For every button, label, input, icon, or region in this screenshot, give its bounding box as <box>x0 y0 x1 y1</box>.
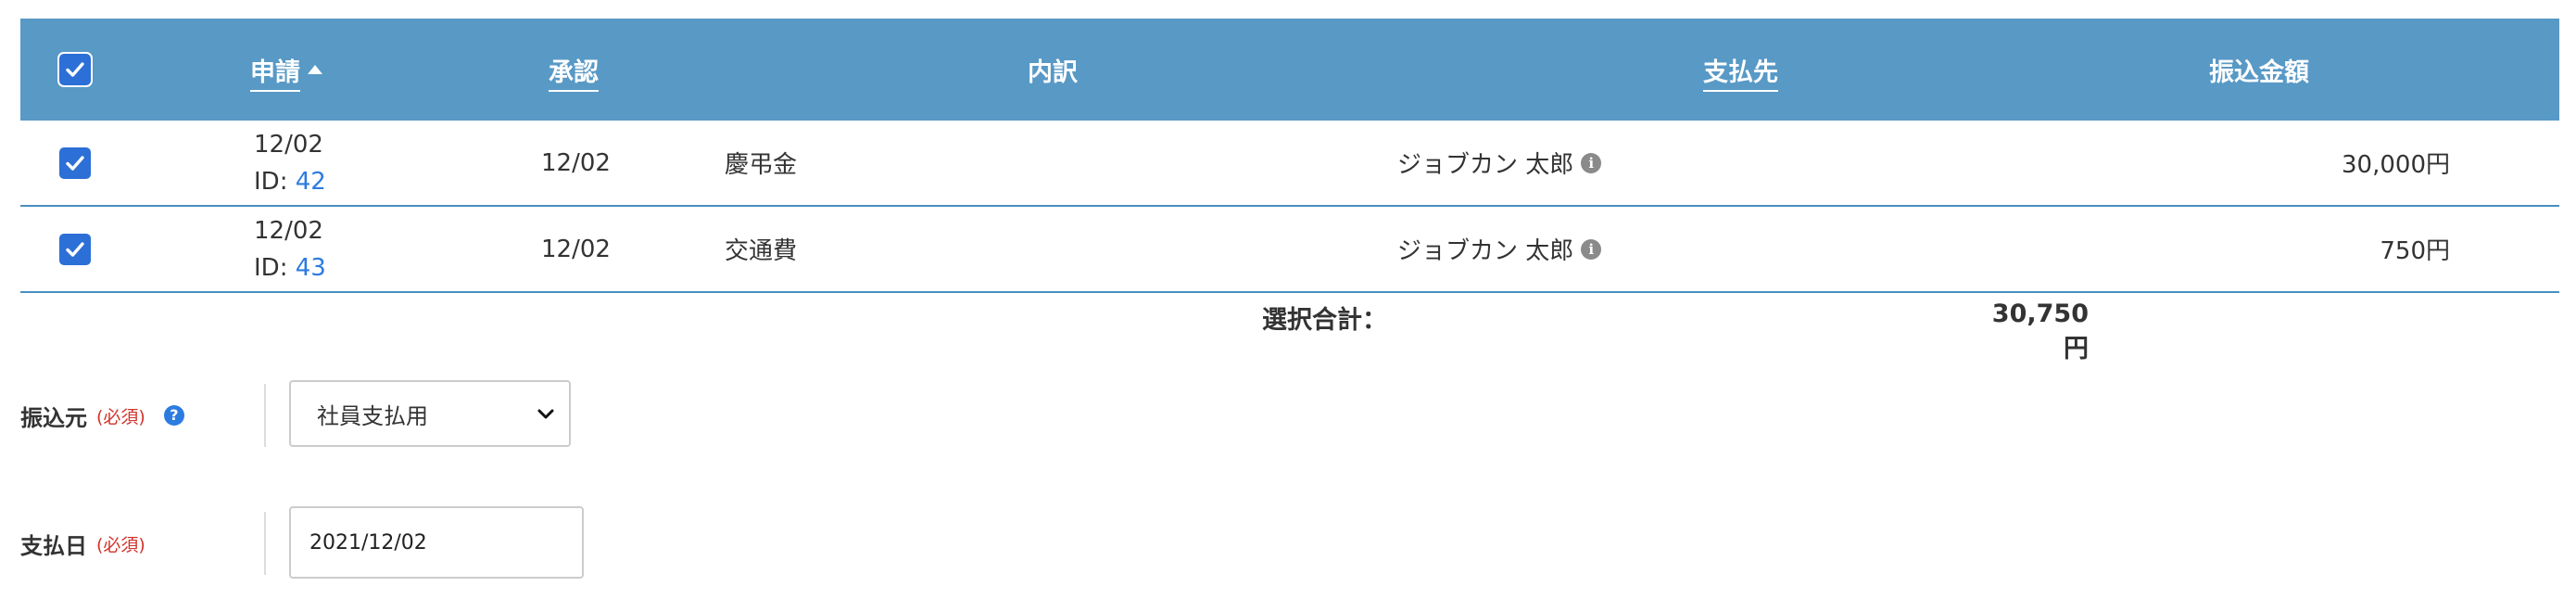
header-amount-label: 振込金額 <box>2209 57 2309 87</box>
apply-id-line: ID: 43 <box>254 249 326 287</box>
detail-text: 交通費 <box>725 237 798 265</box>
transfer-source-row: 振込元 (必須) ? 社員支払用 <box>20 378 762 452</box>
header-amount: 振込金額 <box>2209 19 2309 121</box>
row-checkbox[interactable] <box>59 233 91 265</box>
total-value: 30,750円 <box>1991 300 2089 363</box>
check-icon <box>66 62 84 77</box>
sort-ascending-icon <box>308 65 322 74</box>
selection-total: 選択合計： 30,750円 <box>0 300 2576 363</box>
total-label: 選択合計： <box>1262 306 1387 335</box>
divider <box>264 384 266 447</box>
row-checkbox[interactable] <box>59 147 91 179</box>
payment-table: 申請 承認 内訳 支払先 振込金額 12/02 ID: 42 12/02 慶弔金… <box>20 19 2559 293</box>
row-select-cell <box>59 121 91 205</box>
apply-id-line: ID: 42 <box>254 163 326 200</box>
apply-cell: 12/02 ID: 42 <box>254 121 326 205</box>
apply-date: 12/02 <box>254 130 323 159</box>
table-row: 12/02 ID: 43 12/02 交通費 ジョブカン 太郎 i 750円 <box>20 207 2559 293</box>
payment-date-input[interactable]: 2021/12/02 <box>289 506 584 579</box>
select-all-cell <box>59 19 91 121</box>
divider <box>264 512 266 575</box>
apply-id-link[interactable]: 43 <box>296 254 326 282</box>
payment-date-value: 2021/12/02 <box>309 530 427 554</box>
header-detail-label: 内訳 <box>1028 57 1078 87</box>
header-detail: 内訳 <box>1028 19 1078 121</box>
help-icon[interactable]: ? <box>163 405 184 426</box>
required-mark: (必須) <box>96 534 145 555</box>
select-all-checkbox[interactable] <box>59 54 91 85</box>
header-apply-label: 申請 <box>250 57 300 87</box>
payee-name: ジョブカン 太郎 <box>1397 237 1574 265</box>
approve-date: 12/02 <box>541 148 611 177</box>
header-payee-label: 支払先 <box>1703 57 1778 87</box>
transfer-source-label: 振込元 <box>20 404 87 431</box>
header-payee-sort[interactable]: 支払先 <box>1703 19 1778 121</box>
apply-id-link[interactable]: 42 <box>296 168 326 196</box>
apply-date: 12/02 <box>254 216 323 245</box>
header-approve-sort[interactable]: 承認 <box>549 19 599 121</box>
payment-date-label: 支払日 <box>20 532 87 559</box>
table-row: 12/02 ID: 42 12/02 慶弔金 ジョブカン 太郎 i 30,000… <box>20 121 2559 207</box>
id-label: ID: <box>254 167 288 196</box>
detail-text: 慶弔金 <box>725 151 798 179</box>
header-approve-label: 承認 <box>549 57 599 87</box>
info-icon[interactable]: i <box>1581 238 1602 260</box>
transfer-source-select[interactable]: 社員支払用 <box>289 380 571 447</box>
row-select-cell <box>59 207 91 291</box>
check-icon <box>66 241 84 257</box>
amount-value: 30,000円 <box>2342 151 2450 179</box>
payment-screen: 申請 承認 内訳 支払先 振込金額 12/02 ID: 42 12/02 慶弔金… <box>0 0 2576 599</box>
apply-cell: 12/02 ID: 43 <box>254 207 326 291</box>
payment-date-row: 支払日 (必須) 2021/12/02 <box>20 506 762 580</box>
payment-date-label-group: 支払日 (必須) <box>20 506 145 580</box>
approve-date: 12/02 <box>541 235 611 263</box>
chevron-down-icon <box>537 409 554 419</box>
payee-name: ジョブカン 太郎 <box>1397 151 1574 179</box>
check-icon <box>66 155 84 171</box>
amount-value: 750円 <box>2380 237 2450 265</box>
payee-cell: ジョブカン 太郎 i <box>1397 121 1602 205</box>
transfer-source-value: 社員支払用 <box>317 402 428 429</box>
info-icon[interactable]: i <box>1581 152 1602 173</box>
header-apply-sort[interactable]: 申請 <box>250 19 322 121</box>
required-mark: (必須) <box>96 406 145 427</box>
id-label: ID: <box>254 253 288 282</box>
table-header: 申請 承認 内訳 支払先 振込金額 <box>20 19 2559 121</box>
transfer-source-label-group: 振込元 (必須) ? <box>20 378 184 452</box>
payee-cell: ジョブカン 太郎 i <box>1397 207 1602 291</box>
